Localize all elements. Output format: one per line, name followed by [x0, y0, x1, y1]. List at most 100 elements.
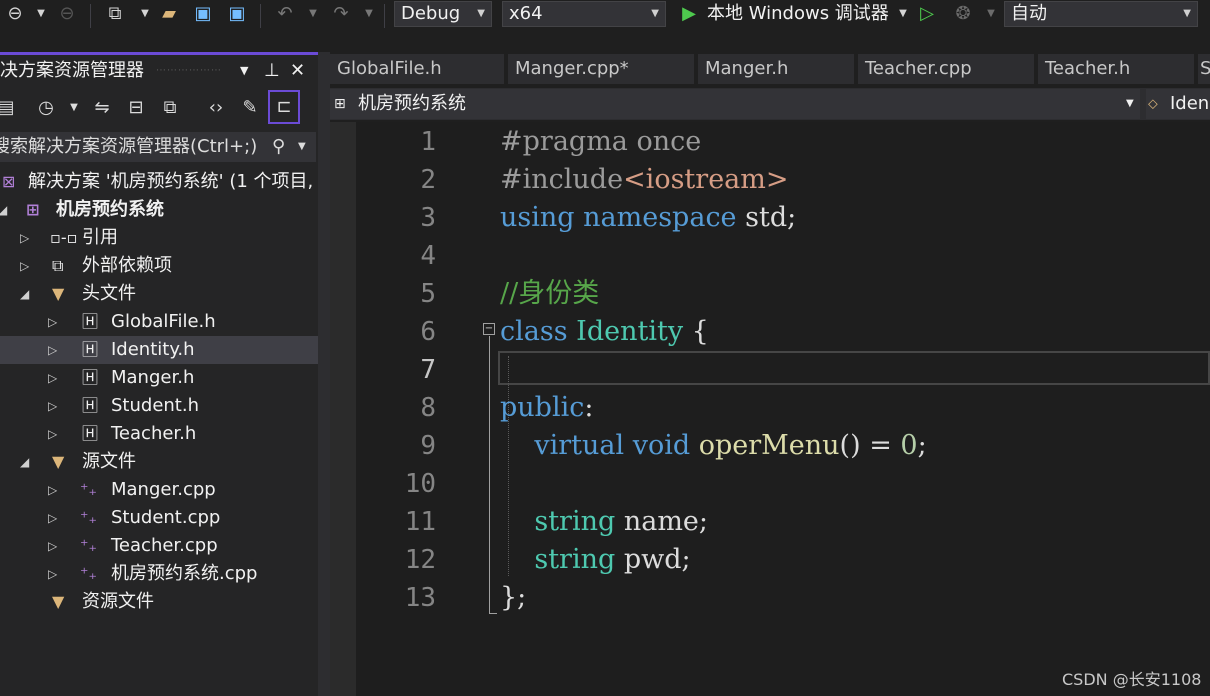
tree-item-solution[interactable]: ⊠ 解决方案 '机房预约系统' (1 个项目, — [0, 168, 318, 196]
collapse-all-icon[interactable]: ⊟ — [122, 94, 150, 122]
play-icon[interactable]: ▶ — [678, 3, 700, 25]
back-icon[interactable]: ⊖ — [4, 3, 26, 25]
collapsed-chevron-icon[interactable]: ▷ — [48, 476, 57, 504]
pin-icon[interactable]: ⊥ — [264, 57, 280, 85]
expanded-chevron-icon[interactable]: ◢ — [20, 280, 29, 308]
chevron-down-icon: ▼ — [477, 8, 485, 19]
collapsed-chevron-icon[interactable]: ▷ — [48, 336, 57, 364]
debug-target-dropdown-icon[interactable]: ▼ — [892, 3, 914, 25]
tree-item-file-selected[interactable]: ▷ 🄷 Identity.h — [0, 336, 318, 364]
tab-manger-h[interactable]: Manger.h — [698, 54, 854, 84]
project-scope-dropdown[interactable]: ⊞ 机房预约系统 ▼ — [330, 89, 1140, 119]
open-folder-icon[interactable]: ▰ — [158, 3, 180, 25]
collapsed-chevron-icon[interactable]: ▷ — [48, 420, 57, 448]
wrench-icon[interactable]: ✎ — [236, 94, 264, 122]
tab-teacher-h[interactable]: Teacher.h — [1038, 54, 1194, 84]
pending-changes-icon[interactable]: ◷ — [32, 94, 60, 122]
new-project-icon[interactable]: ⧉ — [104, 3, 126, 25]
tab-globalfile-h[interactable]: GlobalFile.h — [330, 54, 504, 84]
expanded-chevron-icon[interactable]: ◢ — [20, 448, 29, 476]
new-dropdown-icon[interactable]: ▼ — [134, 3, 156, 25]
member-scope-dropdown[interactable]: ⬦ Iden — [1146, 89, 1210, 119]
expanded-chevron-icon[interactable]: ◢ — [0, 196, 7, 224]
number-token: 0 — [900, 430, 918, 461]
tree-item-file[interactable]: ▷ 🄷 Student.h — [0, 392, 318, 420]
collapse-region-icon[interactable]: − — [483, 323, 495, 335]
tree-item-header-files[interactable]: ◢ ▼ 头文件 — [0, 280, 318, 308]
start-debugging-button[interactable]: 本地 Windows 调试器 — [707, 2, 889, 26]
tree-item-file[interactable]: ▷ 🄷 Manger.h — [0, 364, 318, 392]
cpp-file-icon: ⁺₊ — [80, 508, 97, 527]
code-line: using namespace std; — [500, 202, 797, 233]
pending-dropdown-icon[interactable]: ▼ — [60, 94, 88, 122]
auto-select[interactable]: 自动 ▼ — [1004, 1, 1198, 27]
tree-item-file[interactable]: ▷ ⁺₊ 机房预约系统.cpp — [0, 560, 318, 588]
hot-reload-dropdown-icon[interactable]: ▼ — [980, 3, 1002, 25]
collapsed-chevron-icon[interactable]: ▷ — [48, 504, 57, 532]
line-number: 11 — [404, 507, 436, 537]
tree-item-file[interactable]: ▷ 🄷 Teacher.h — [0, 420, 318, 448]
properties-icon[interactable]: ▤ — [0, 94, 20, 122]
filter-folder-icon: ▼ — [52, 284, 65, 303]
tree-item-label: 外部依赖项 — [82, 255, 172, 276]
watermark: CSDN @长安1108 — [1062, 670, 1202, 689]
line-number: 8 — [420, 393, 436, 423]
panel-menu-chevron-icon[interactable]: ▼ — [240, 57, 248, 85]
tree-item-file[interactable]: ▷ ⁺₊ Student.cpp — [0, 504, 318, 532]
hot-reload-icon[interactable]: ❂ — [952, 3, 974, 25]
search-icon[interactable]: ⚲ — [272, 132, 285, 162]
tree-item-file[interactable]: ▷ ⁺₊ Manger.cpp — [0, 476, 318, 504]
close-icon[interactable]: ✕ — [290, 57, 305, 85]
tab-teacher-cpp[interactable]: Teacher.cpp — [858, 54, 1034, 84]
glyph-margin[interactable] — [330, 122, 356, 696]
tree-item-source-files[interactable]: ◢ ▼ 源文件 — [0, 448, 318, 476]
line-number: 9 — [420, 431, 436, 461]
search-options-chevron-icon[interactable]: ▼ — [298, 132, 306, 162]
tree-item-external-dependencies[interactable]: ▷ ⧉ 外部依赖项 — [0, 252, 318, 280]
tree-item-references[interactable]: ▷ ▫‑▫ 引用 — [0, 224, 318, 252]
redo-dropdown-icon[interactable]: ▼ — [358, 3, 380, 25]
code-line: class Identity { — [500, 316, 709, 347]
collapsed-chevron-icon[interactable]: ▷ — [48, 532, 57, 560]
drag-grip[interactable]: ⋯⋯⋯⋯⋯⋯ — [156, 57, 228, 85]
cpp-project-icon: ⊞ — [334, 96, 346, 112]
configuration-select[interactable]: Debug ▼ — [394, 1, 492, 27]
code-line: virtual void operMenu() = 0; — [534, 430, 927, 461]
show-all-files-icon[interactable]: ⧉ — [156, 94, 184, 122]
include-token: <iostream> — [623, 164, 789, 195]
back-dropdown-icon[interactable]: ▼ — [30, 3, 52, 25]
panel-splitter[interactable] — [318, 52, 330, 696]
forward-icon[interactable]: ⊖ — [56, 3, 78, 25]
tree-item-label: 机房预约系统.cpp — [111, 563, 258, 584]
save-all-icon[interactable]: ▣ — [226, 3, 248, 25]
solution-search-input[interactable]: 搜索解决方案资源管理器(Ctrl+;) ⚲ ▼ — [0, 132, 316, 162]
save-icon[interactable]: ▣ — [192, 3, 214, 25]
redo-icon[interactable]: ↷ — [330, 3, 352, 25]
view-code-icon[interactable]: ‹› — [202, 94, 230, 122]
tab-overflow[interactable]: S — [1198, 54, 1210, 84]
code-line: string name; — [534, 506, 709, 537]
collapsed-chevron-icon[interactable]: ▷ — [48, 308, 57, 336]
collapsed-chevron-icon[interactable]: ▷ — [48, 560, 57, 588]
platform-select[interactable]: x64 ▼ — [502, 1, 666, 27]
member-scope-value: Iden — [1170, 93, 1210, 114]
tab-manger-cpp[interactable]: Manger.cpp* — [508, 54, 694, 84]
collapsed-chevron-icon[interactable]: ▷ — [20, 252, 29, 280]
undo-icon[interactable]: ↶ — [274, 3, 296, 25]
collapsed-chevron-icon[interactable]: ▷ — [48, 392, 57, 420]
tree-item-resource-files[interactable]: ▼ 资源文件 — [0, 588, 318, 616]
auto-value: 自动 — [1011, 3, 1047, 24]
tree-item-label: Teacher.h — [111, 423, 197, 444]
sync-icon[interactable]: ⇋ — [88, 94, 116, 122]
tree-item-file[interactable]: ▷ 🄷 GlobalFile.h — [0, 308, 318, 336]
tree-item-file[interactable]: ▷ ⁺₊ Teacher.cpp — [0, 532, 318, 560]
toolbar-separator — [384, 4, 385, 28]
header-file-icon: 🄷 — [82, 424, 99, 443]
start-without-debugging-icon[interactable]: ▷ — [916, 3, 938, 25]
collapsed-chevron-icon[interactable]: ▷ — [48, 364, 57, 392]
tree-item-label: 头文件 — [82, 283, 136, 304]
tree-item-project[interactable]: ◢ ⊞ 机房预约系统 — [0, 196, 318, 224]
collapsed-chevron-icon[interactable]: ▷ — [20, 224, 29, 252]
preview-selected-icon[interactable]: ⊏ — [268, 90, 300, 124]
undo-dropdown-icon[interactable]: ▼ — [302, 3, 324, 25]
